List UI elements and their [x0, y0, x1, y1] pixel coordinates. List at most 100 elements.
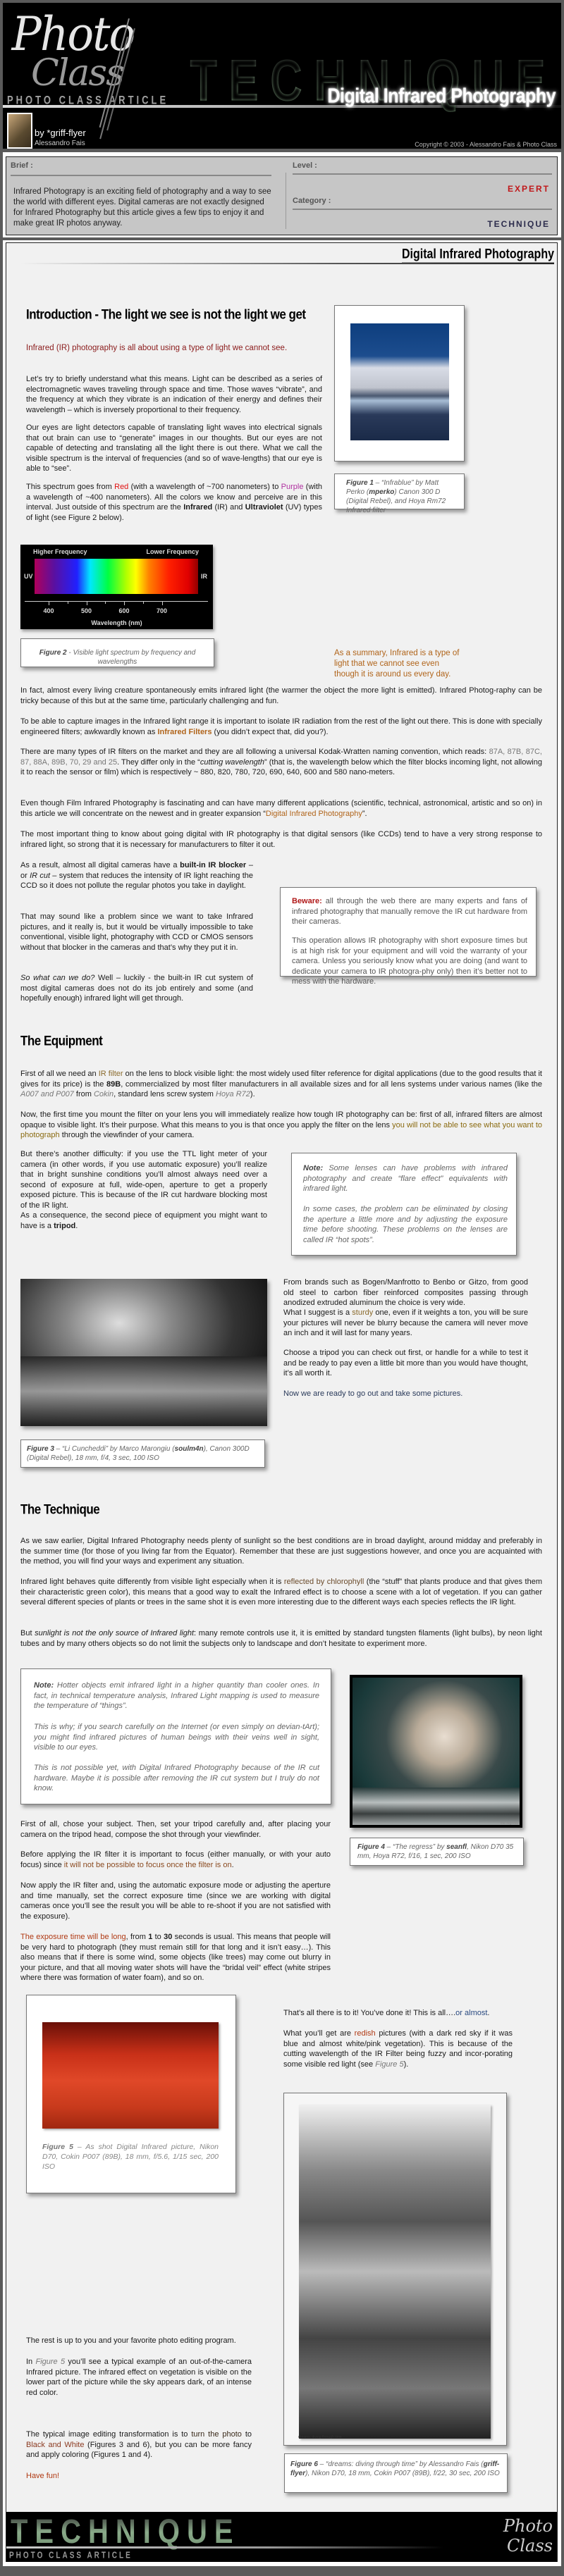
figure-2-caption: Figure 2 - Visible light spectrum by fre… — [39, 649, 196, 666]
paragraph: Even though Film Infrared Photography is… — [20, 799, 542, 818]
paragraph: First of all, chose your subject. Then, … — [20, 1820, 331, 1839]
link-digital-infrared[interactable]: Digital Infrared Photography — [266, 810, 362, 818]
paragraph: In Figure 5 you’ll see a typical example… — [26, 2358, 252, 2397]
category-value: TECHNIQUE — [487, 219, 550, 229]
spectrum-bar — [35, 559, 198, 594]
paragraph: What I suggest is a sturdy one, even if … — [283, 1308, 528, 1337]
brief-label: Brief : — [11, 161, 33, 170]
paragraph: In fact, almost every living creature sp… — [20, 686, 542, 705]
paragraph: This spectrum goes from Red (with a wave… — [26, 483, 323, 522]
paragraph: As a consequence, the second piece of eq… — [20, 1211, 267, 1230]
article-title: Digital Infrared Photography — [327, 85, 556, 108]
figure-4-photo[interactable]: the regress — [350, 1675, 522, 1828]
paragraph: The typical image editing transformation… — [26, 2430, 252, 2459]
figure-2-spectrum-chart: Higher Frequency Lower Frequency UV IR W… — [20, 545, 213, 629]
beware-text: Beware: all through the web there are ma… — [292, 897, 527, 926]
paragraph: So what can we do? Well – luckily - the … — [20, 974, 253, 1003]
copyright: Copyright © 2003 - Alessandro Fais & Pho… — [415, 141, 557, 148]
paragraph: But there’s another difficulty: if you u… — [20, 1150, 267, 1210]
paragraph: Infrared light behaves quite differently… — [20, 1578, 542, 1606]
paragraph: That may sound like a problem since we w… — [20, 912, 253, 952]
paragraph: Before applying the IR filter it is impo… — [20, 1850, 331, 1869]
figure-3-photo[interactable] — [20, 1279, 267, 1426]
level-value: EXPERT — [507, 184, 550, 194]
figure-3-caption: Figure 3 – “Li Cuncheddi” by Marco Maron… — [27, 1445, 250, 1462]
figure-3-caption-box: Figure 3 – “Li Cuncheddi” by Marco Maron… — [20, 1439, 265, 1468]
note-text: Note: Some lenses can have problems with… — [303, 1164, 508, 1193]
paragraph: Choose a tripod you can check out first,… — [283, 1349, 528, 1377]
figure-6-caption-box: Figure 6 – “dreams: diving through time”… — [284, 2453, 508, 2493]
author-byline[interactable]: by *griff-flyer — [35, 128, 86, 138]
author-avatar[interactable] — [7, 113, 32, 149]
paragraph: Our eyes are light detectors capable of … — [26, 423, 322, 473]
brief-panel: Brief : Infrared Photograpy is an exciti… — [3, 152, 561, 237]
paragraph: First of all we need an IR filter on the… — [20, 1070, 543, 1098]
highlight-red: Red — [114, 483, 129, 491]
photo-inset-caption: dreams: diving through time — [298, 2435, 342, 2439]
figure-4-caption: Figure 4 – “The regress” by seanfl, Niko… — [357, 1843, 514, 1860]
uv-label: UV — [24, 573, 33, 580]
level-label: Level : — [293, 161, 317, 170]
title-underline — [20, 263, 554, 264]
figure-5-photo[interactable] — [42, 2022, 219, 2129]
footer-logo-class: Class — [507, 2536, 553, 2556]
link-infrared-filters[interactable]: Infrared Filters — [157, 728, 212, 736]
divider — [293, 173, 552, 175]
paragraph: There are many types of IR filters on th… — [20, 748, 542, 776]
axis-tick — [161, 602, 163, 605]
footer-logo-photo: Photo — [503, 2516, 553, 2536]
article-body: Digital Infrared Photography Introductio… — [6, 242, 558, 2562]
note-text: Note: Hotter objects emit infrared light… — [34, 1681, 319, 1710]
brief-panel-inner: Brief : Infrared Photograpy is an exciti… — [6, 156, 558, 235]
paragraph: Let’s try to briefly understand what thi… — [26, 375, 322, 414]
paragraph: What you’ll get are redish pictures (wit… — [283, 2029, 513, 2069]
axis-tick — [124, 602, 125, 605]
highlight-focus: it will not be possible to focus once th… — [63, 1860, 232, 1869]
figure-5-frame: Figure 5 – As shot Digital Infrared pict… — [26, 1995, 236, 2193]
figure-4-caption-box: Figure 4 – “The regress” by seanfl, Niko… — [350, 1838, 524, 1866]
paragraph: Now, the first time you mount the filter… — [20, 1110, 542, 1139]
axis-tick-label: 600 — [118, 607, 130, 614]
highlight-sturdy: sturdy — [352, 1308, 374, 1317]
figure-2-caption-box: Figure 2 - Visible light spectrum by fre… — [20, 638, 214, 667]
beware-text: This operation allows IR photography wit… — [292, 936, 527, 986]
section-heading-introduction: Introduction - The light we see is not t… — [26, 306, 306, 322]
page-footer: TECHNIQUE PHOTO CLASS ARTICLE Photo Clas… — [6, 2512, 557, 2562]
figure-6-photo[interactable] — [299, 2105, 491, 2439]
note-callout: Note: Hotter objects emit infrared light… — [20, 1668, 331, 1804]
summary-callout: As a summary, Infrared is a type of ligh… — [334, 649, 460, 679]
axis-tick-label: 400 — [43, 607, 54, 614]
highlight-black-and-white: Black and White — [26, 2440, 85, 2449]
author-name: Alessandro Fais — [35, 140, 85, 147]
link-ir-filter[interactable]: IR filter — [99, 1070, 123, 1078]
axis-minor-tick — [142, 602, 144, 604]
paragraph: To be able to capture images in the Infr… — [20, 717, 542, 736]
figure-1-caption: Figure 1 – “Infrablue” by Matt Perko (mp… — [346, 479, 446, 514]
ir-label: IR — [201, 573, 207, 580]
highlight-exposure: The exposure time will be long — [20, 1933, 126, 1941]
footer-divider — [6, 2546, 443, 2549]
footer-section-title: TECHNIQUE — [11, 2513, 240, 2551]
lower-frequency-label: Lower Frequency — [146, 548, 199, 555]
section-heading-equipment: The Equipment — [20, 1033, 103, 1048]
axis-minor-tick — [105, 602, 106, 604]
figure-1-caption-box: Figure 1 – “Infrablue” by Matt Perko (mp… — [334, 473, 465, 514]
paragraph: The exposure time will be long, from 1 t… — [20, 1933, 331, 1982]
photo-watermark: the regress — [500, 1821, 518, 1826]
beware-callout: Beware: all through the web there are ma… — [280, 887, 537, 986]
paragraph: The rest is up to you and your favorite … — [26, 2336, 236, 2345]
paragraph: That’s all there is to it! You’ve done i… — [283, 2009, 490, 2017]
divider — [11, 175, 271, 176]
paragraph: Now apply the IR filter and, using the a… — [20, 1881, 331, 1921]
divider — [293, 209, 552, 210]
highlight-redish: redish — [354, 2029, 376, 2038]
axis-tick-label: 700 — [156, 607, 168, 614]
brief-text: Infrared Photograpy is an exciting field… — [13, 187, 271, 228]
axis-tick-label: 500 — [80, 607, 92, 614]
axis-label: Wavelength (nm) — [91, 619, 142, 626]
higher-frequency-label: Higher Frequency — [33, 548, 87, 555]
page-header: Photo Class PHOTO CLASS ARTICLE TECHNIQU… — [3, 3, 561, 149]
note-callout: Note: Some lenses can have problems with… — [291, 1153, 517, 1256]
paragraph: As a result, almost all digital cameras … — [20, 861, 253, 890]
figure-1-photo[interactable] — [350, 323, 449, 440]
